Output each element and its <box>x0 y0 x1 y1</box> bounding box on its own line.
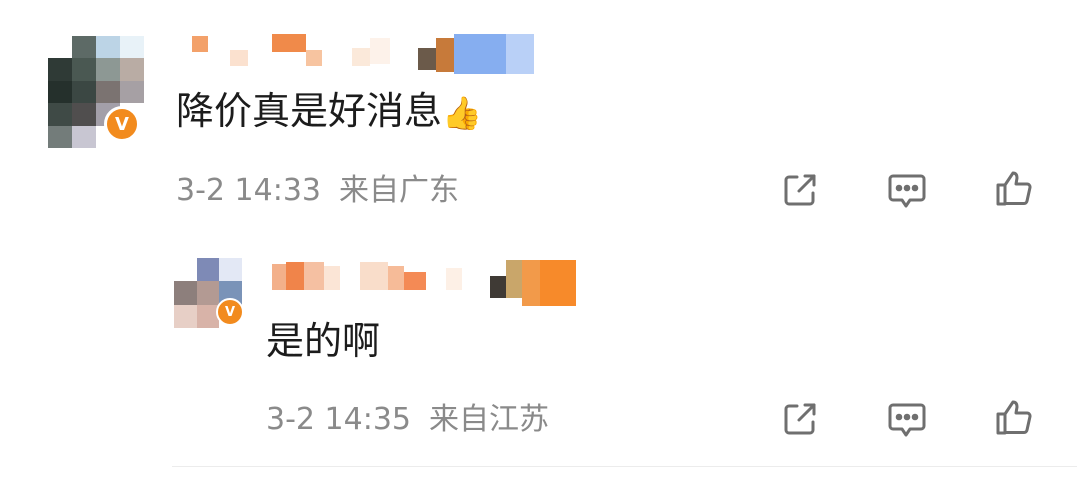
comment-button[interactable] <box>885 169 929 213</box>
share-icon <box>784 174 816 206</box>
comment-text-content: 降价真是好消息 <box>176 89 443 133</box>
comment-button[interactable] <box>885 398 929 442</box>
verified-badge-icon: V <box>216 298 244 326</box>
comment-text: 是的啊 <box>266 319 381 363</box>
location-label: 来自江苏 <box>429 402 549 437</box>
timestamp: 3-2 14:33 <box>176 173 321 208</box>
comment-icon <box>888 174 926 208</box>
thumbs-up-emoji-icon: 👍 <box>442 94 482 132</box>
comment-icon <box>888 403 926 437</box>
username-redacted[interactable] <box>272 258 576 306</box>
share-icon <box>784 403 816 435</box>
comment-meta: 3-2 14:35 来自江苏 <box>266 400 549 440</box>
verified-badge-icon: V <box>104 106 140 142</box>
divider <box>172 466 1077 467</box>
comment-meta: 3-2 14:33 来自广东 <box>176 171 459 211</box>
timestamp: 3-2 14:35 <box>266 402 411 437</box>
location-label: 来自广东 <box>339 173 459 208</box>
thumbs-up-icon <box>996 400 1032 435</box>
username-redacted[interactable] <box>192 34 534 74</box>
share-button[interactable] <box>778 397 822 441</box>
share-button[interactable] <box>778 168 822 212</box>
comment-text: 降价真是好消息👍 <box>176 86 482 138</box>
like-button[interactable] <box>992 395 1036 439</box>
thumbs-up-icon <box>996 171 1032 206</box>
like-button[interactable] <box>992 166 1036 210</box>
